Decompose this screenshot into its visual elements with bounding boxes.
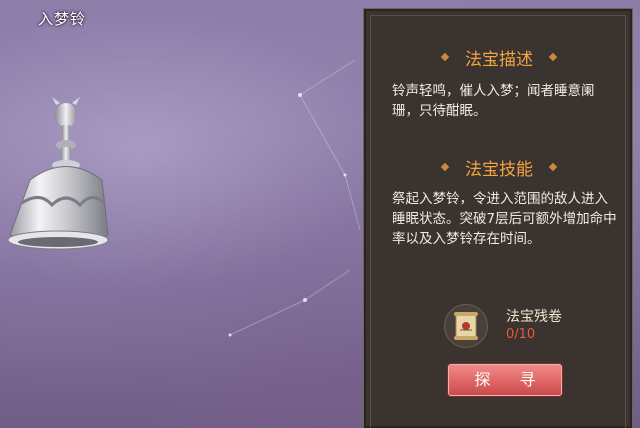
material-slot[interactable]	[444, 304, 488, 348]
scroll-fragment-icon	[454, 312, 478, 340]
material-count: 0/10	[506, 327, 536, 342]
search-button[interactable]: 探 寻	[448, 364, 562, 396]
material-name: 法宝残卷	[506, 309, 562, 325]
description-text: 铃声轻鸣，催人入梦；闻者睡意阑珊，只待酣眠。	[392, 83, 595, 119]
heading-ornament-right	[548, 162, 558, 172]
heading-ornament-right	[548, 52, 558, 62]
skill-heading: 法宝技能	[364, 155, 634, 180]
skill-text: 祭起入梦铃，令进入范围的敌人进入睡眠状态。突破7层后可额外增加命中率以及入梦铃存…	[392, 191, 617, 247]
item-title: 入梦铃	[38, 10, 87, 28]
bell-artifact-icon	[7, 97, 109, 250]
artifact-info-panel: 法宝描述 铃声轻鸣，催人入梦；闻者睡意阑珊，只待酣眠。 法宝技能 祭起入梦铃，令…	[363, 8, 633, 428]
skill-heading-text: 法宝技能	[465, 160, 533, 180]
heading-ornament-left	[440, 162, 450, 172]
description-heading-text: 法宝描述	[465, 50, 533, 70]
heading-ornament-left	[440, 52, 450, 62]
description-heading: 法宝描述	[364, 45, 634, 70]
